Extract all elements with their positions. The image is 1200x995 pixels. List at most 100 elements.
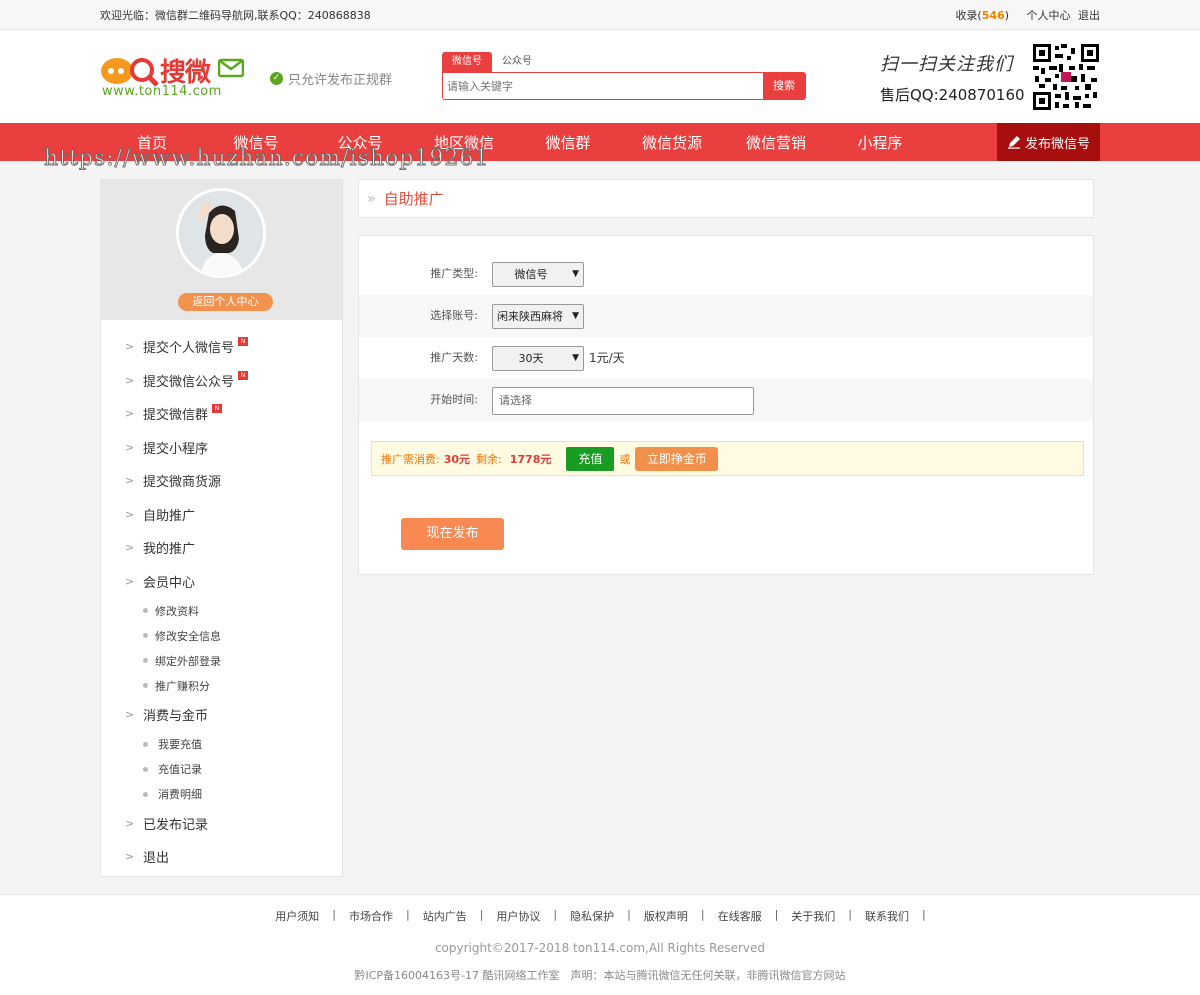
recharge-button[interactable]: 充值 <box>566 446 615 471</box>
days-label: 推广天数: <box>430 351 478 364</box>
nav-goods[interactable]: 微信货源 <box>620 132 724 153</box>
nav-wechat-id[interactable]: 微信号 <box>204 132 308 153</box>
footer-link-service[interactable]: 在线客服 <box>718 908 762 924</box>
sidebar-sub-edit-profile[interactable]: 修改资料 <box>101 598 342 623</box>
follow-block: 扫一扫关注我们 售后QQ:240870160 <box>880 50 1025 105</box>
type-label: 推广类型: <box>430 267 478 280</box>
chevron-right-icon: > <box>125 816 135 830</box>
chevron-right-icon: > <box>125 440 135 454</box>
chevron-down-icon: ▼ <box>570 305 579 328</box>
footer-link-ads[interactable]: 站内广告 <box>423 908 467 924</box>
collect-count-link[interactable]: 收录(546) <box>941 9 1009 22</box>
bullet-icon <box>143 658 148 663</box>
sidebar-item-member-center[interactable]: > 会员中心 <box>101 565 342 599</box>
new-badge-icon: N <box>238 370 249 380</box>
nav-miniprogram[interactable]: 小程序 <box>828 132 932 153</box>
main-nav: 首页 微信号 公众号 地区微信 微信群 微信货源 微信营销 小程序 发布微信号 <box>0 123 1200 161</box>
chevron-right-icon: > <box>125 574 135 588</box>
site-logo[interactable]: 搜微 www.ton114.com <box>100 52 250 102</box>
profile-panel: 返回个人中心 <box>101 180 342 320</box>
sidebar: 返回个人中心 > 提交个人微信号 N > 提交微信公众号 N > 提交微信群 N > 提交小程… <box>100 179 343 877</box>
nav-official[interactable]: 公众号 <box>308 132 412 153</box>
form-row-account: 选择账号: 闲来陕西麻将 ▼ <box>359 295 1093 337</box>
search-button[interactable]: 搜索 <box>763 73 805 99</box>
chevron-right-icon: > <box>125 407 135 421</box>
search-input[interactable] <box>443 73 763 99</box>
sidebar-menu: > 提交个人微信号 N > 提交微信公众号 N > 提交微信群 N > 提交小程序 > 提交微商… <box>101 320 342 874</box>
earn-coins-button[interactable]: 立即挣金币 <box>635 446 719 471</box>
form-row-days: 推广天数: 30天 ▼ 1元/天 <box>359 337 1093 379</box>
chevron-right-icon: > <box>125 541 135 555</box>
sidebar-sub-bind-login[interactable]: 绑定外部登录 <box>101 648 342 673</box>
sidebar-item-submit-official[interactable]: > 提交微信公众号 N <box>101 364 342 398</box>
copyright-text: copyright©2017-2018 ton114.com,All Right… <box>434 941 766 955</box>
nav-marketing[interactable]: 微信营销 <box>724 132 828 153</box>
bullet-icon <box>143 683 148 688</box>
footer-link-agreement[interactable]: 用户协议 <box>496 908 540 924</box>
or-text: 或 <box>619 452 631 466</box>
qr-code-icon <box>1033 44 1099 110</box>
chevron-right-icon: > <box>125 507 135 521</box>
type-select[interactable]: 微信号 ▼ <box>492 262 584 287</box>
sidebar-sub-consume-detail[interactable]: 消费明细 <box>101 782 342 807</box>
sidebar-sub-recharge[interactable]: 我要充值 <box>101 732 342 757</box>
main-area: 返回个人中心 > 提交个人微信号 N > 提交微信公众号 N > 提交微信群 N > 提交小程… <box>0 161 1200 877</box>
search-tabs: 微信号 公众号 <box>442 52 542 72</box>
top-right-links: 收录(546) 个人中心 退出 <box>927 7 1100 23</box>
footer: 用户须知 | 市场合作 | 站内广告 | 用户协议 | 隐私保护 | 版权声明 | 在线客服… <box>0 894 1200 995</box>
chevron-right-icon: > <box>125 850 135 864</box>
search-tab-official[interactable]: 公众号 <box>492 52 542 72</box>
balance-value: 1778元 <box>509 452 552 466</box>
days-select[interactable]: 30天 ▼ <box>492 346 584 371</box>
chevron-right-icon: > <box>125 474 135 488</box>
icp-text: 黔ICP备16004163号-17 酷讯网络工作室 声明：本站与腾讯微信无任何关… <box>354 969 846 982</box>
chevron-right-icon: > <box>125 708 135 722</box>
sidebar-item-submit-goods[interactable]: > 提交微商货源 <box>101 464 342 498</box>
back-to-user-center-button[interactable]: 返回个人中心 <box>178 293 273 311</box>
chevron-right-icon: > <box>125 340 135 354</box>
form-row-type: 推广类型: 微信号 ▼ <box>359 253 1093 295</box>
account-select[interactable]: 闲来陕西麻将 ▼ <box>492 304 584 329</box>
sidebar-item-my-promotion[interactable]: > 我的推广 <box>101 531 342 565</box>
sidebar-item-submit-group[interactable]: > 提交微信群 N <box>101 397 342 431</box>
footer-link-cooperation[interactable]: 市场合作 <box>349 908 393 924</box>
envelope-icon <box>218 58 244 78</box>
footer-link-privacy[interactable]: 隐私保护 <box>570 908 614 924</box>
search-tab-wechat[interactable]: 微信号 <box>442 52 492 72</box>
check-icon: ✓ <box>270 72 283 85</box>
header: 搜微 www.ton114.com ✓ 只允许发布正规群 微信号 公众号 搜索 … <box>0 30 1200 123</box>
nav-home[interactable]: 首页 <box>100 132 204 153</box>
sidebar-sub-security[interactable]: 修改安全信息 <box>101 623 342 648</box>
logout-link[interactable]: 退出 <box>1078 9 1100 22</box>
bullet-icon <box>143 608 148 613</box>
sidebar-item-published[interactable]: > 已发布记录 <box>101 807 342 841</box>
page-title-bar: » 自助推广 <box>358 179 1094 218</box>
sidebar-item-self-promote[interactable]: > 自助推广 <box>101 498 342 532</box>
account-label: 选择账号: <box>430 309 478 322</box>
bullet-icon <box>143 741 148 747</box>
sidebar-item-consume[interactable]: > 消费与金币 <box>101 698 342 732</box>
page-title: 自助推广 <box>383 190 444 208</box>
days-unit: 1元/天 <box>589 351 625 365</box>
chevron-down-icon: ▼ <box>572 269 579 279</box>
notice-text: 只允许发布正规群 <box>288 73 393 88</box>
new-badge-icon: N <box>212 404 223 414</box>
footer-link-copyright[interactable]: 版权声明 <box>644 908 688 924</box>
publish-now-button[interactable]: 现在发布 <box>401 518 504 550</box>
sidebar-item-exit[interactable]: > 退出 <box>101 840 342 874</box>
sidebar-sub-earn-points[interactable]: 推广赚积分 <box>101 673 342 698</box>
sidebar-item-submit-miniprogram[interactable]: > 提交小程序 <box>101 431 342 465</box>
sidebar-sub-recharge-history[interactable]: 充值记录 <box>101 757 342 782</box>
nav-group[interactable]: 微信群 <box>516 132 620 153</box>
publish-wechat-button[interactable]: 发布微信号 <box>997 123 1100 161</box>
sidebar-item-submit-personal[interactable]: > 提交个人微信号 N <box>101 330 342 364</box>
chevron-down-icon: ▼ <box>572 353 579 363</box>
footer-link-about[interactable]: 关于我们 <box>791 908 835 924</box>
footer-link-notice[interactable]: 用户须知 <box>275 908 319 924</box>
footer-link-contact[interactable]: 联系我们 <box>865 908 909 924</box>
service-qq: 售后QQ:240870160 <box>880 86 1025 104</box>
user-center-link[interactable]: 个人中心 <box>1027 9 1071 22</box>
start-date-input[interactable]: 请选择 <box>492 387 754 415</box>
nav-region[interactable]: 地区微信 <box>412 132 516 153</box>
chevron-right-icon: > <box>125 373 135 387</box>
